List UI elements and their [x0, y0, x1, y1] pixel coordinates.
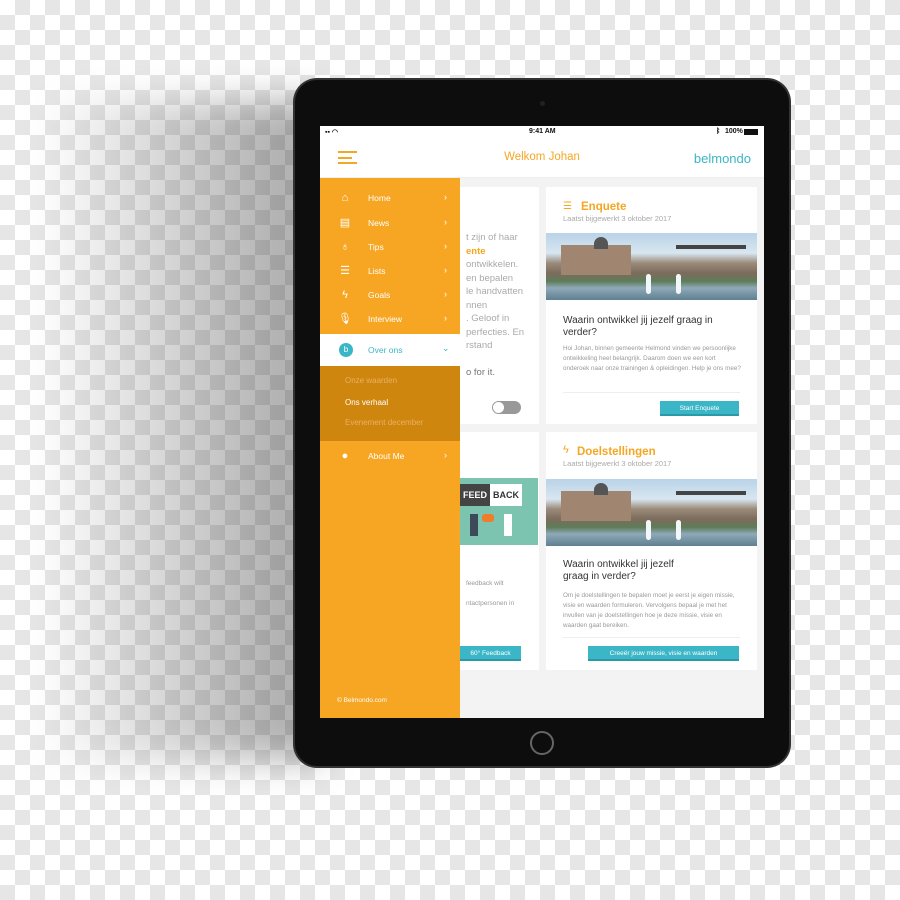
submenu: Onze waarden Ons verhaal Evenement decem… [320, 366, 460, 441]
chevron-right-icon: › [444, 289, 447, 299]
status-time: 9:41 AM [529, 128, 556, 135]
menu-item-news[interactable]: ▤ News › [320, 211, 460, 235]
menu-item-over-ons[interactable]: b Over ons ⌄ [320, 334, 460, 366]
feedback-button[interactable]: 60° Feedback [460, 646, 521, 661]
chevron-down-icon: ⌄ [442, 343, 450, 353]
chevron-right-icon: › [444, 241, 447, 251]
intro-line: le handvatten [466, 286, 524, 297]
status-bar: ▪▪ ◠ 9:41 AM ᛒ 100% [320, 126, 764, 138]
menu-label: Home [368, 193, 391, 203]
intro-line: perfecties. En [466, 326, 525, 338]
doelstellingen-card: ϟ Doelstellingen Laatst bijgewerkt 3 okt… [546, 432, 757, 670]
menu-item-goals[interactable]: ϟ Goals › [320, 283, 460, 307]
doel-updated: Laatst bijgewerkt 3 oktober 2017 [563, 459, 672, 468]
back-bubble: BACK [490, 484, 522, 506]
menu-item-lists[interactable]: ☰ Lists › [320, 259, 460, 283]
menu-label: Lists [368, 266, 386, 276]
menu-footer[interactable]: © Belmondo.com [337, 697, 387, 704]
submenu-item[interactable]: Onze waarden [345, 376, 397, 385]
intro-line: rstand [466, 340, 493, 351]
intro-line: ente [466, 245, 486, 257]
battery-icon [744, 129, 758, 135]
app-header: Welkom Johan belmondo [320, 138, 764, 178]
city-photo [546, 233, 757, 300]
list-icon: ☰ [563, 201, 572, 212]
person-figure [504, 514, 512, 536]
brand-logo[interactable]: belmondo [694, 151, 751, 166]
city-photo [546, 479, 757, 546]
lightbulb-icon: ♁ [340, 241, 350, 253]
lightning-icon: ϟ [563, 444, 569, 456]
side-menu: ⌂ Home › ▤ News › ♁ Tips › ☰ Lists › ϟ Goals › 🎙 In… [320, 178, 460, 718]
camera [540, 101, 545, 106]
chevron-right-icon: › [444, 313, 447, 323]
menu-label: Goals [368, 290, 391, 300]
menu-label: Tips [368, 242, 384, 252]
doel-body: Om je doelstellingen te bepalen moet je … [563, 592, 735, 629]
list-icon: ☰ [340, 265, 350, 277]
b-badge-icon: b [339, 343, 353, 357]
newspaper-icon: ▤ [339, 217, 351, 229]
create-mission-button[interactable]: Creeër jouw missie, visie en waarden [588, 646, 739, 661]
menu-item-about-me[interactable]: ● About Me › [320, 444, 460, 468]
user-icon: ● [341, 450, 349, 462]
start-enquete-button[interactable]: Start Enquete [660, 401, 739, 416]
enquete-body: Hoi Johan, binnen gemeente Helmond vinde… [563, 345, 741, 372]
enquete-card: ☰ Enquete Laatst bijgewerkt 3 oktober 20… [546, 187, 757, 424]
menu-item-tips[interactable]: ♁ Tips › [320, 235, 460, 259]
lightning-icon: ϟ [342, 289, 348, 301]
home-icon: ⌂ [341, 192, 349, 204]
menu-label: News [368, 218, 390, 228]
feed-bubble: FEED [460, 484, 491, 506]
intro-line: en bepalen [466, 272, 514, 284]
enquete-updated: Laatst bijgewerkt 3 oktober 2017 [563, 214, 672, 223]
megaphone-icon [482, 514, 494, 522]
intro-line: o for it. [466, 367, 496, 378]
chevron-right-icon: › [444, 265, 447, 275]
signal-icon: ▪▪ ◠ [325, 129, 339, 136]
tablet-shadow [40, 100, 320, 760]
feedback-text: ntactpersonen in [466, 600, 515, 607]
bluetooth-icon: ᛒ [716, 128, 721, 135]
toggle-switch[interactable] [492, 401, 521, 414]
intro-line: nnen [466, 299, 488, 311]
home-hardware-button[interactable] [530, 731, 554, 755]
menu-label: Interview [368, 314, 403, 324]
menu-item-interview[interactable]: 🎙 Interview › [320, 307, 460, 331]
submenu-item[interactable]: Evenement december [345, 418, 423, 427]
person-figure [470, 514, 478, 536]
chevron-right-icon: › [444, 217, 447, 227]
intro-line: ontwikkelen. [466, 259, 519, 270]
doel-title: Doelstellingen [577, 446, 656, 458]
chevron-right-icon: › [444, 450, 447, 460]
menu-label: Over ons [368, 345, 403, 355]
feedback-text: feedback wilt [466, 580, 504, 587]
intro-line: t zijn of haar [466, 232, 518, 243]
enquete-question: Waarin ontwikkel jij jezelf graag in ver… [563, 315, 713, 338]
enquete-title: Enquete [581, 201, 627, 213]
feedback-illustration: FEED BACK [460, 478, 538, 545]
chevron-right-icon: › [444, 192, 447, 202]
menu-item-home[interactable]: ⌂ Home › [320, 186, 460, 210]
doel-question: Waarin ontwikkel jij jezelf graag in ver… [563, 559, 674, 582]
divider [563, 392, 740, 393]
menu-label: About Me [368, 451, 405, 461]
battery-text: 100% [725, 128, 743, 135]
app-screen: ▪▪ ◠ 9:41 AM ᛒ 100% Welkom Johan belmond… [320, 126, 764, 718]
intro-line: . Geloof in [466, 313, 510, 324]
submenu-item[interactable]: Ons verhaal [345, 398, 388, 407]
divider [563, 637, 740, 638]
microphone-icon: 🎙 [338, 313, 352, 325]
